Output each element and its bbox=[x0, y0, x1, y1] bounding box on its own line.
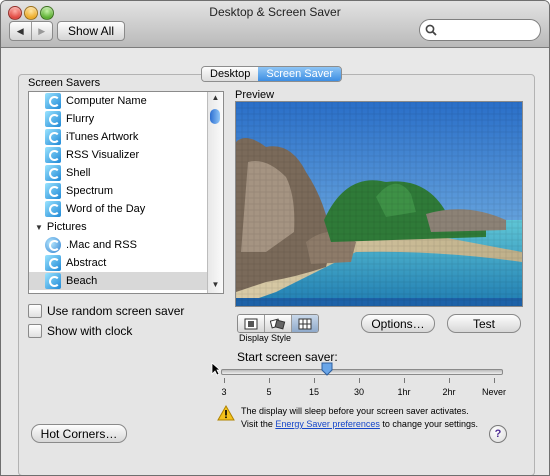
list-item-label: Abstract bbox=[66, 257, 107, 269]
help-button[interactable]: ? bbox=[489, 425, 507, 443]
list-item[interactable]: Word of the Day bbox=[29, 200, 207, 218]
list-item[interactable]: Spectrum bbox=[29, 182, 207, 200]
list-group-header[interactable]: ▼ Pictures bbox=[29, 218, 207, 236]
display-style-mosaic-button[interactable] bbox=[291, 315, 318, 332]
list-item-label: Flurry bbox=[66, 113, 95, 125]
list-item-label: Beach bbox=[66, 275, 98, 287]
slider-tick bbox=[359, 378, 360, 383]
collage-icon bbox=[270, 317, 286, 330]
slider-tick bbox=[269, 378, 270, 383]
mouse-pointer-icon bbox=[211, 362, 221, 376]
slider-tick-label: 3 bbox=[221, 387, 227, 397]
random-screen-saver-checkbox[interactable]: Use random screen saver bbox=[28, 304, 184, 318]
scroll-up-arrow-icon[interactable]: ▲ bbox=[208, 93, 223, 105]
checkbox-box[interactable] bbox=[28, 304, 42, 318]
slider-thumb[interactable] bbox=[321, 362, 333, 376]
checkbox-label: Use random screen saver bbox=[47, 304, 185, 318]
display-style-label: Display Style bbox=[239, 333, 292, 343]
disclosure-triangle-icon[interactable]: ▼ bbox=[35, 223, 43, 232]
slider-tick-label: Never bbox=[481, 387, 506, 397]
back-forward-control: ◀ ▶ bbox=[9, 21, 53, 41]
title-bar: Desktop & Screen Saver ◀ ▶ Show All bbox=[1, 1, 549, 48]
test-button[interactable]: Test bbox=[447, 314, 521, 333]
scroll-thumb[interactable] bbox=[210, 109, 220, 124]
display-style-centered-button[interactable] bbox=[238, 315, 264, 332]
list-item[interactable]: Computer Name bbox=[29, 92, 207, 110]
list-item-label: Spectrum bbox=[66, 185, 114, 197]
screen-saver-icon bbox=[45, 93, 61, 109]
preview-label: Preview bbox=[235, 89, 275, 101]
window-title: Desktop & Screen Saver bbox=[209, 5, 341, 19]
energy-saver-suffix: to change your settings. bbox=[379, 419, 478, 429]
checkbox-box[interactable] bbox=[28, 324, 42, 338]
slider-tick-label: 2hr bbox=[442, 387, 456, 397]
list-item-label: iTunes Artwork bbox=[66, 131, 139, 143]
screen-saver-icon bbox=[45, 147, 61, 163]
list-group-label: Pictures bbox=[46, 221, 87, 233]
show-all-button[interactable]: Show All bbox=[57, 21, 125, 41]
screen-saver-icon bbox=[45, 201, 61, 217]
list-scrollbar[interactable]: ▲ ▼ bbox=[207, 92, 223, 293]
slider-tick-label: 1hr bbox=[397, 387, 411, 397]
preferences-window: Desktop & Screen Saver ◀ ▶ Show All Desk… bbox=[0, 0, 550, 476]
slider-tick bbox=[494, 378, 495, 383]
slider-tick bbox=[224, 378, 225, 383]
list-item-label: Computer Name bbox=[66, 95, 147, 107]
warning-icon bbox=[217, 405, 235, 421]
list-item-label: Word of the Day bbox=[66, 203, 146, 215]
single-picture-icon bbox=[244, 318, 258, 329]
screen-saver-icon bbox=[45, 129, 61, 145]
list-item-label: .Mac and RSS bbox=[66, 239, 137, 251]
slider-tick bbox=[314, 378, 315, 383]
tab-control: Desktop Screen Saver bbox=[201, 66, 343, 82]
list-item[interactable]: .Mac and RSS bbox=[29, 236, 207, 254]
screen-saver-icon bbox=[45, 111, 61, 127]
list-item[interactable]: Flurry bbox=[29, 110, 207, 128]
list-item-label: Shell bbox=[66, 167, 91, 179]
tab-desktop[interactable]: Desktop bbox=[202, 67, 259, 81]
screen-savers-label: Screen Savers bbox=[28, 77, 101, 89]
slider-tick-label: 5 bbox=[266, 387, 272, 397]
display-style-control bbox=[237, 314, 319, 333]
start-screen-saver-slider[interactable] bbox=[221, 369, 503, 375]
screen-saver-list[interactable]: Computer Name Flurry iTunes Artwork RSS … bbox=[28, 91, 224, 294]
slider-tick bbox=[449, 378, 450, 383]
search-icon bbox=[425, 24, 437, 36]
back-button[interactable]: ◀ bbox=[10, 22, 31, 40]
screen-saver-preview bbox=[235, 101, 523, 307]
energy-saver-link[interactable]: Energy Saver preferences bbox=[275, 419, 380, 429]
list-item[interactable]: RSS Visualizer bbox=[29, 146, 207, 164]
scroll-down-arrow-icon[interactable]: ▼ bbox=[208, 280, 223, 292]
list-item[interactable]: iTunes Artwork bbox=[29, 128, 207, 146]
screen-saver-icon bbox=[45, 273, 61, 289]
checkbox-label: Show with clock bbox=[47, 324, 133, 338]
slider-tick-label: 15 bbox=[308, 387, 319, 397]
hot-corners-button[interactable]: Hot Corners… bbox=[31, 424, 127, 443]
globe-icon bbox=[45, 237, 61, 253]
slider-tick bbox=[404, 378, 405, 383]
list-item-label: RSS Visualizer bbox=[66, 149, 140, 161]
forward-button[interactable]: ▶ bbox=[30, 22, 53, 40]
slider-tick-label: 30 bbox=[353, 387, 364, 397]
search-field[interactable] bbox=[419, 19, 541, 41]
screen-saver-icon bbox=[45, 183, 61, 199]
list-item-selected[interactable]: Beach bbox=[29, 272, 207, 290]
tab-screen-saver[interactable]: Screen Saver bbox=[258, 67, 342, 81]
screen-saver-icon bbox=[45, 255, 61, 271]
display-style-collage-button[interactable] bbox=[264, 315, 291, 332]
content-area: Desktop Screen Saver Screen Savers Compu… bbox=[1, 48, 549, 475]
mosaic-grid-icon bbox=[298, 318, 312, 329]
energy-saver-prefix: Visit the bbox=[241, 419, 276, 429]
screen-saver-icon bbox=[45, 165, 61, 181]
sleep-warning-text: The display will sleep before your scree… bbox=[241, 406, 469, 416]
options-button[interactable]: Options… bbox=[361, 314, 435, 333]
list-item[interactable]: Abstract bbox=[29, 254, 207, 272]
show-with-clock-checkbox[interactable]: Show with clock bbox=[28, 324, 132, 338]
energy-saver-text: Visit the Energy Saver preferences to ch… bbox=[241, 419, 478, 429]
list-item[interactable]: Shell bbox=[29, 164, 207, 182]
